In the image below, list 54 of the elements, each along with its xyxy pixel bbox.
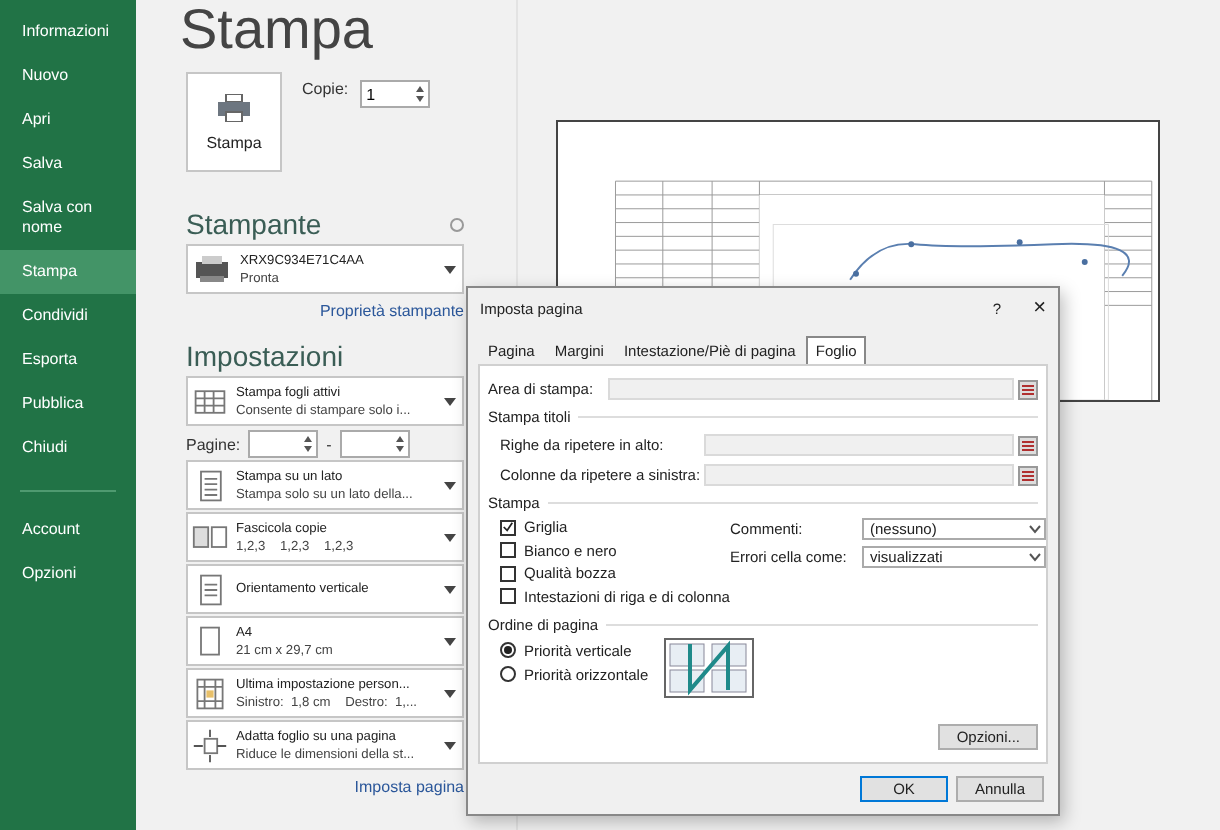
spinner-icon [395, 436, 404, 452]
checkbox[interactable] [500, 588, 516, 605]
printer-properties-link[interactable]: Proprietà stampante [319, 302, 464, 320]
sidebar-item[interactable]: Stampa [0, 250, 136, 294]
caret-icon [444, 689, 456, 697]
pages-label: Pagine: [186, 435, 241, 453]
sidebar-item[interactable]: Opzioni [0, 552, 136, 596]
page-title: Stampa [180, 0, 375, 64]
close-button[interactable]: × [1033, 296, 1046, 320]
caret-icon [444, 741, 456, 749]
checkbox[interactable] [500, 565, 516, 582]
caret-icon [444, 637, 456, 645]
caret-icon [444, 265, 456, 273]
sidebar-item[interactable]: Salva con nome [0, 186, 136, 250]
copies-field[interactable]: 1 [360, 80, 431, 108]
spinner-icon [304, 436, 313, 452]
range-picker-icon[interactable] [1018, 379, 1038, 399]
range-picker-icon[interactable] [1018, 465, 1038, 485]
section-heading: Stampante [186, 208, 322, 240]
radio-button[interactable] [500, 666, 516, 682]
radio-button[interactable] [500, 642, 516, 658]
copies-label: Copie: [302, 80, 349, 98]
range-field[interactable] [704, 464, 1014, 486]
sidebar-item[interactable]: Nuovo [0, 54, 136, 98]
printer-icon [192, 255, 232, 283]
caret-icon [444, 481, 456, 489]
range-separator: - [326, 435, 332, 453]
checkbox[interactable] [500, 519, 516, 536]
resize-icon [192, 727, 228, 763]
print-area-field[interactable] [608, 378, 1014, 400]
sidebar-item[interactable]: Informazioni [0, 10, 136, 54]
sidebar-item[interactable]: Condividi [0, 294, 136, 338]
range-picker-icon[interactable] [1018, 435, 1038, 455]
page-from-field[interactable] [248, 430, 319, 458]
sidebar-item[interactable]: Account [0, 508, 136, 552]
page-setup-link[interactable]: Imposta pagina [354, 778, 464, 796]
spinner-icon [416, 86, 425, 102]
sidebar-item[interactable]: Esporta [0, 338, 136, 382]
sidebar-item[interactable]: Pubblica [0, 382, 136, 426]
caret-icon [444, 533, 456, 541]
caret-icon [444, 585, 456, 593]
range-field[interactable] [704, 434, 1014, 456]
sidebar-item[interactable]: Apri [0, 98, 136, 142]
print-button[interactable]: Stampa [186, 72, 282, 172]
printer-icon [218, 93, 250, 121]
sidebar-item[interactable]: Salva [0, 142, 136, 186]
section-heading: Impostazioni [186, 340, 344, 372]
caret-icon [444, 397, 456, 405]
page-order-icon [664, 638, 755, 698]
info-icon [450, 217, 464, 231]
margins-icon [192, 675, 228, 711]
checkbox[interactable] [500, 542, 516, 559]
sidebar-item[interactable]: Chiudi [0, 426, 136, 470]
page-to-field[interactable] [339, 430, 410, 458]
